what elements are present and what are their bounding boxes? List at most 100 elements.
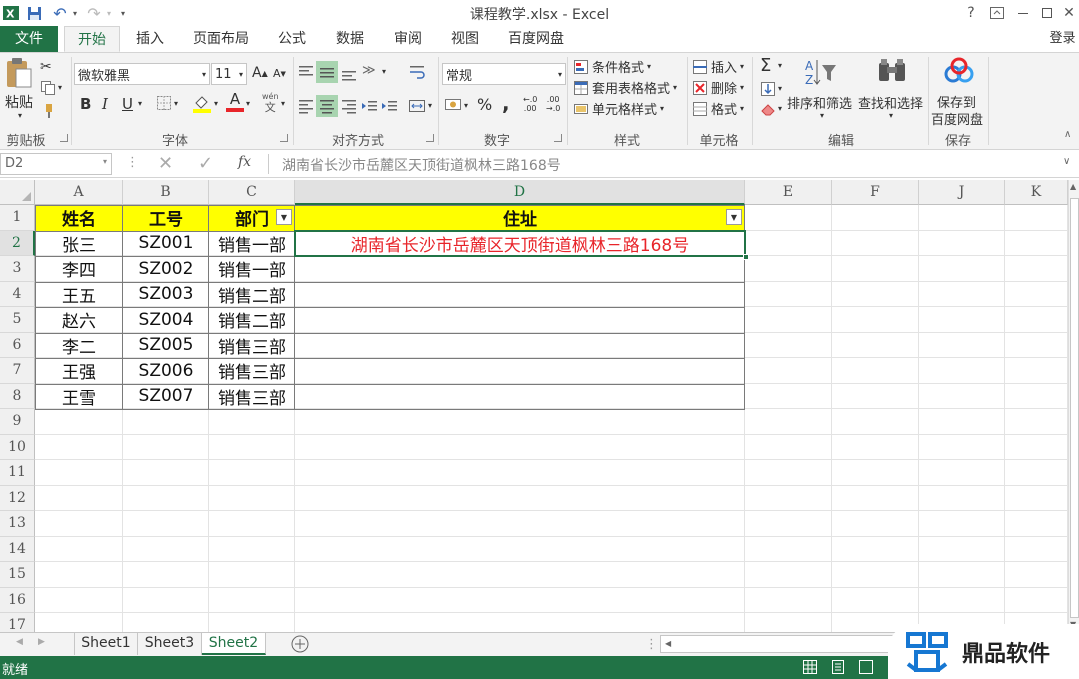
- font-size-select[interactable]: 11 ▾: [211, 63, 247, 85]
- fill-handle[interactable]: [743, 254, 749, 260]
- merge-dropdown-icon[interactable]: ▾: [428, 101, 432, 110]
- font-color-button[interactable]: A: [226, 91, 244, 112]
- insert-function-button[interactable]: fx: [238, 154, 251, 170]
- bold-button[interactable]: B: [80, 95, 91, 113]
- header-cell-name[interactable]: 姓名: [35, 205, 123, 231]
- column-header-b[interactable]: B: [123, 180, 209, 205]
- cell-id[interactable]: SZ006: [123, 358, 209, 384]
- tab-home[interactable]: 开始: [64, 26, 120, 52]
- copy-dropdown-icon[interactable]: ▾: [58, 83, 62, 92]
- horizontal-scrollbar[interactable]: ◀: [660, 635, 900, 653]
- column-header-d[interactable]: D: [295, 180, 745, 205]
- page-break-view-icon[interactable]: [858, 659, 874, 675]
- fill-icon[interactable]: [760, 81, 776, 97]
- cell-dept[interactable]: 销售一部: [209, 231, 295, 257]
- row-header-17[interactable]: 17: [0, 613, 35, 632]
- cell-dept[interactable]: 销售三部: [209, 358, 295, 384]
- vertical-scroll-thumb[interactable]: [1070, 198, 1079, 618]
- clipboard-launcher-icon[interactable]: [60, 134, 68, 142]
- paste-dropdown-icon[interactable]: ▾: [18, 111, 22, 120]
- insert-cells-button[interactable]: 插入 ▾: [692, 57, 744, 76]
- tab-split-grip-icon[interactable]: ⋮: [645, 637, 658, 652]
- find-select-button[interactable]: 查找和选择: [858, 93, 923, 112]
- cell-dept[interactable]: 销售三部: [209, 333, 295, 359]
- find-select-dropdown-icon[interactable]: ▾: [889, 111, 893, 120]
- paste-icon[interactable]: [4, 57, 36, 91]
- accounting-dropdown-icon[interactable]: ▾: [464, 101, 468, 110]
- new-sheet-icon[interactable]: [290, 634, 310, 654]
- delete-cells-button[interactable]: 删除 ▾: [692, 78, 744, 97]
- format-as-table-button[interactable]: 套用表格格式 ▾: [573, 78, 677, 97]
- find-select-icon[interactable]: [876, 57, 908, 87]
- autosum-dropdown-icon[interactable]: ▾: [778, 61, 782, 70]
- worksheet-grid[interactable]: ABCDEFJK123456789101112131415161718姓名工号部…: [0, 180, 1068, 632]
- borders-icon[interactable]: [156, 95, 172, 111]
- sort-filter-dropdown-icon[interactable]: ▾: [820, 111, 824, 120]
- normal-view-icon[interactable]: [802, 659, 818, 675]
- alignment-launcher-icon[interactable]: [426, 134, 434, 142]
- confirm-entry-icon[interactable]: ✓: [198, 153, 213, 174]
- italic-button[interactable]: I: [102, 95, 108, 113]
- decrease-decimal-icon[interactable]: .00 →.0: [546, 95, 560, 113]
- cell-id[interactable]: SZ001: [123, 231, 209, 257]
- cell-address[interactable]: [295, 256, 745, 282]
- underline-dropdown-icon[interactable]: ▾: [138, 99, 142, 108]
- row-header-8[interactable]: 8: [0, 383, 35, 409]
- decrease-indent-icon[interactable]: [360, 97, 378, 115]
- tab-data[interactable]: 数据: [326, 26, 374, 52]
- cut-icon[interactable]: ✂: [40, 59, 52, 75]
- sheet-tab[interactable]: Sheet3: [138, 633, 202, 655]
- clear-dropdown-icon[interactable]: ▾: [778, 104, 782, 113]
- conditional-formatting-button[interactable]: 条件格式 ▾: [573, 57, 651, 76]
- scroll-sheets-right-icon[interactable]: ▶: [38, 637, 45, 647]
- tab-review[interactable]: 审阅: [384, 26, 432, 52]
- cell-name[interactable]: 王雪: [35, 384, 123, 410]
- row-header-11[interactable]: 11: [0, 460, 35, 486]
- merge-center-icon[interactable]: [408, 97, 426, 115]
- align-top-icon[interactable]: [297, 63, 315, 81]
- row-header-14[interactable]: 14: [0, 536, 35, 562]
- ribbon-display-options-icon[interactable]: [986, 3, 1008, 23]
- row-header-15[interactable]: 15: [0, 562, 35, 588]
- increase-decimal-icon[interactable]: ←.0.00: [523, 95, 537, 113]
- baidu-netdisk-icon[interactable]: [942, 57, 976, 87]
- fill-dropdown-icon[interactable]: ▾: [778, 84, 782, 93]
- cell-name[interactable]: 李二: [35, 333, 123, 359]
- cell-styles-button[interactable]: 单元格样式 ▾: [573, 99, 664, 118]
- cell-address[interactable]: [295, 282, 745, 308]
- cell-id[interactable]: SZ002: [123, 256, 209, 282]
- cell-name[interactable]: 王五: [35, 282, 123, 308]
- cell-address[interactable]: [295, 333, 745, 359]
- clear-icon[interactable]: [760, 101, 776, 117]
- phonetic-dropdown-icon[interactable]: ▾: [281, 99, 285, 108]
- accounting-format-icon[interactable]: [444, 96, 464, 114]
- fill-color-dropdown-icon[interactable]: ▾: [214, 99, 218, 108]
- cell-dept[interactable]: 销售二部: [209, 307, 295, 333]
- login-link[interactable]: 登录: [1046, 26, 1079, 52]
- font-name-select[interactable]: 微软雅黑 ▾: [74, 63, 210, 85]
- scroll-up-icon[interactable]: ▲: [1070, 182, 1076, 191]
- filter-dropdown-icon[interactable]: ▼: [726, 209, 742, 225]
- column-header-a[interactable]: A: [35, 180, 123, 205]
- page-layout-view-icon[interactable]: [830, 659, 846, 675]
- grow-font-button[interactable]: A ▲: [252, 65, 268, 81]
- column-header-e[interactable]: E: [745, 180, 832, 205]
- cell-id[interactable]: SZ004: [123, 307, 209, 333]
- align-bottom-icon[interactable]: [340, 63, 358, 81]
- expand-formula-bar-icon[interactable]: ∨: [1063, 156, 1070, 167]
- cell-dept[interactable]: 销售一部: [209, 256, 295, 282]
- cell-id[interactable]: SZ003: [123, 282, 209, 308]
- row-header-7[interactable]: 7: [0, 358, 35, 384]
- number-launcher-icon[interactable]: [554, 134, 562, 142]
- cell-address[interactable]: [295, 307, 745, 333]
- cell-dept[interactable]: 销售三部: [209, 384, 295, 410]
- increase-indent-icon[interactable]: [380, 97, 398, 115]
- select-all-corner[interactable]: [0, 180, 35, 205]
- paste-button[interactable]: 粘贴: [5, 92, 33, 112]
- row-header-12[interactable]: 12: [0, 485, 35, 511]
- number-format-select[interactable]: 常规 ▾: [442, 63, 566, 85]
- name-box[interactable]: D2 ▾: [0, 153, 112, 175]
- fill-color-icon[interactable]: [192, 93, 212, 113]
- tab-baidu-netdisk[interactable]: 百度网盘: [498, 26, 574, 52]
- cell-id[interactable]: SZ007: [123, 384, 209, 410]
